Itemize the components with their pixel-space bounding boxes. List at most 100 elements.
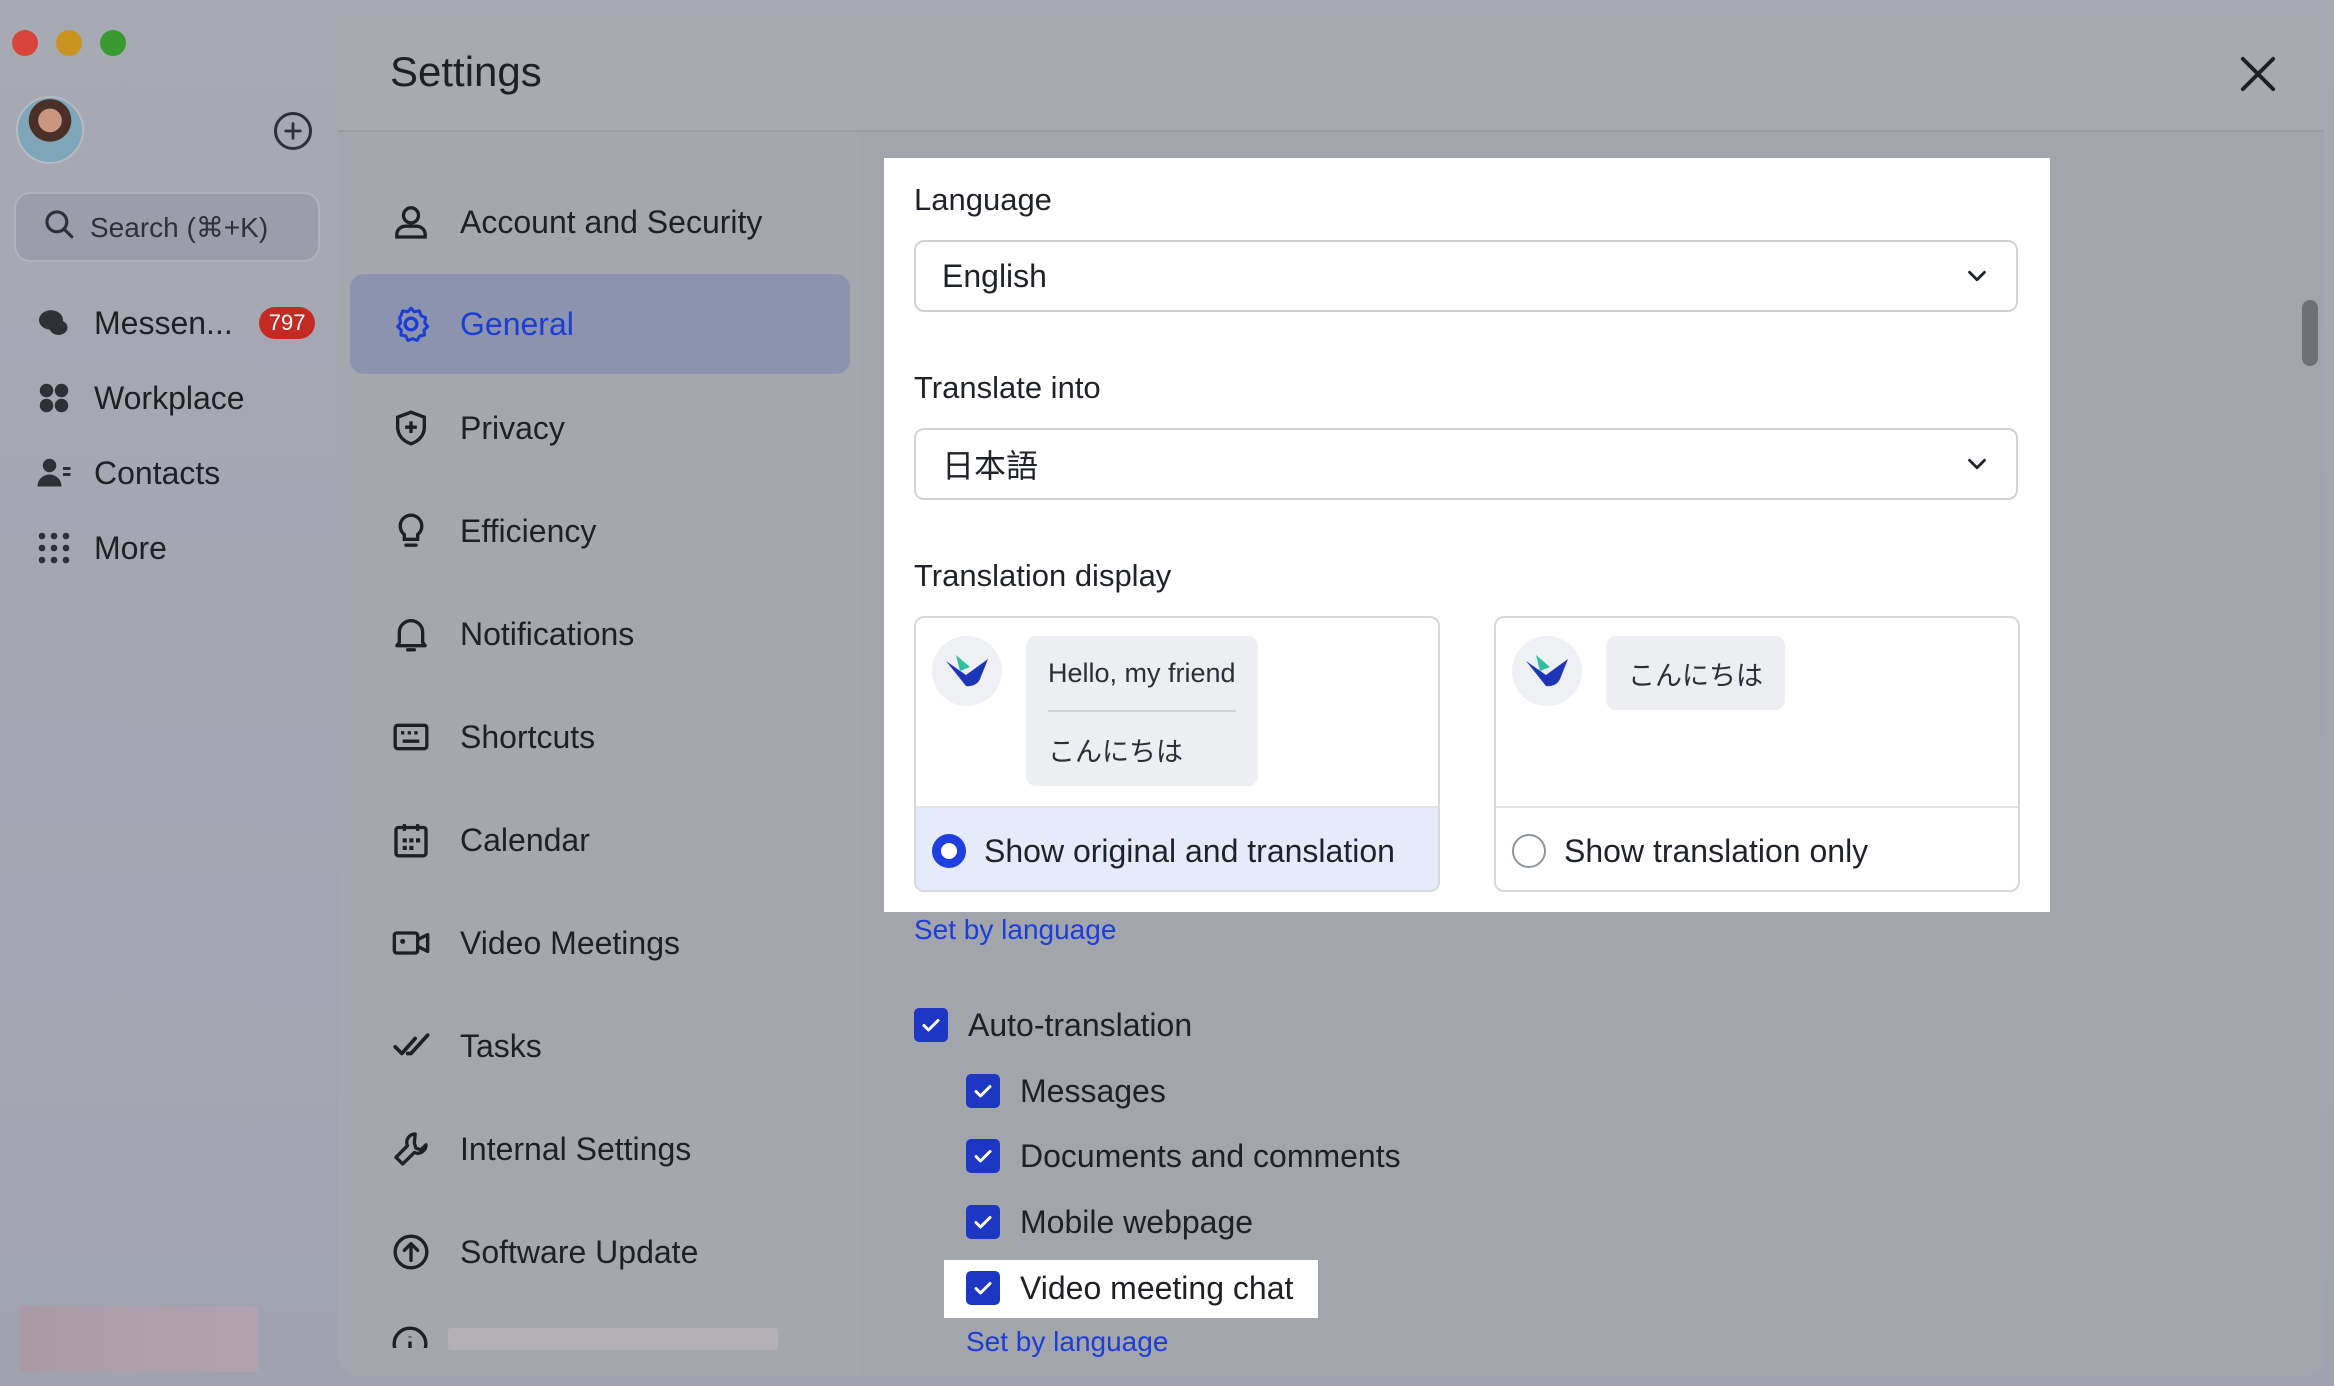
check-icon	[974, 1216, 992, 1229]
sidebar-item-messenger[interactable]: Messen... 797	[34, 298, 316, 348]
calendar-icon	[390, 819, 432, 861]
settings-nav-efficiency[interactable]: Efficiency	[350, 481, 850, 581]
set-by-language-link[interactable]: Set by language	[966, 1326, 1168, 1358]
window-close-dot[interactable]	[12, 30, 38, 56]
keyboard-icon	[390, 716, 432, 758]
close-button[interactable]	[2232, 48, 2284, 100]
checkbox-checked[interactable]	[966, 1074, 1000, 1108]
settings-nav-notifications[interactable]: Notifications	[350, 584, 850, 684]
unread-badge: 797	[258, 307, 316, 339]
message-bubble: Hello, my friend こんにちは	[1026, 636, 1258, 786]
translate-into-select[interactable]: 日本語	[914, 428, 2018, 500]
search-placeholder: Search (⌘+K)	[90, 211, 269, 243]
sidebar-item-label: More	[94, 529, 167, 566]
check-icon	[974, 1150, 992, 1163]
page-title: Settings	[390, 48, 542, 95]
messages-checkbox-row[interactable]: Messages	[966, 1066, 1166, 1116]
settings-nav-shortcuts[interactable]: Shortcuts	[350, 687, 850, 787]
blurred-nav-item	[448, 1328, 778, 1350]
upload-arrow-icon	[390, 1231, 432, 1273]
radio-selected[interactable]	[932, 834, 966, 868]
sidebar-item-contacts[interactable]: Contacts	[34, 448, 220, 498]
bot-avatar	[1512, 636, 1582, 706]
add-plus-icon[interactable]	[274, 112, 312, 150]
sidebar-item-label: Messen...	[94, 304, 233, 341]
language-value: English	[942, 257, 1047, 294]
translation-settings-panel: Language English Translate into 日本語 Tran…	[884, 158, 2050, 912]
check-icon	[974, 1282, 992, 1295]
message-bubble: こんにちは	[1606, 636, 1785, 710]
settings-nav-label: Calendar	[460, 821, 590, 858]
bird-logo-icon	[946, 655, 988, 687]
sidebar-item-label: Workplace	[94, 379, 245, 416]
chat-bubbles-icon	[34, 303, 74, 343]
checkbox-checked[interactable]	[966, 1139, 1000, 1173]
settings-nav-account[interactable]: Account and Security	[350, 172, 850, 272]
checkbox-label: Messages	[1020, 1072, 1166, 1109]
close-icon	[2240, 56, 2276, 92]
info-icon	[390, 1324, 432, 1348]
sidebar-item-workplace[interactable]: Workplace	[34, 373, 245, 423]
option-card-translation-only[interactable]: こんにちは Show translation only	[1494, 616, 2020, 892]
card-preview: こんにちは	[1496, 618, 2018, 806]
settings-nav-label: Account and Security	[460, 203, 763, 240]
window-zoom-dot[interactable]	[100, 30, 126, 56]
chevron-down-icon	[1968, 270, 1986, 282]
scrollbar[interactable]	[2302, 300, 2318, 366]
translated-text: こんにちは	[1048, 736, 1183, 767]
modal-header	[338, 14, 2324, 132]
bell-icon	[390, 613, 432, 655]
language-select[interactable]: English	[914, 240, 2018, 312]
translated-text: こんにちは	[1628, 660, 1763, 691]
settings-nav-video-meetings[interactable]: Video Meetings	[350, 893, 850, 993]
blurred-profile-area	[20, 1306, 258, 1372]
settings-nav: Account and Security General Privacy Eff…	[338, 132, 862, 1376]
shield-icon	[390, 407, 432, 449]
sidebar-item-label: Contacts	[94, 454, 221, 491]
settings-nav-general[interactable]: General	[350, 274, 850, 374]
option-row[interactable]: Show original and translation	[916, 806, 1438, 890]
settings-nav-label: Shortcuts	[460, 718, 596, 755]
checkbox-label: Auto-translation	[968, 1006, 1193, 1043]
mobile-webpage-checkbox-row[interactable]: Mobile webpage	[966, 1197, 1253, 1247]
search-input[interactable]: Search (⌘+K)	[14, 192, 320, 262]
search-icon	[42, 207, 76, 248]
option-label: Show original and translation	[984, 832, 1395, 869]
card-preview: Hello, my friend こんにちは	[916, 618, 1438, 806]
settings-nav-label: Efficiency	[460, 512, 597, 549]
checkbox-checked[interactable]	[966, 1205, 1000, 1239]
video-meeting-chat-checkbox-row[interactable]: Video meeting chat	[966, 1263, 1293, 1313]
window-minimize-dot[interactable]	[56, 30, 82, 56]
contacts-icon	[34, 453, 74, 493]
auto-translation-checkbox-row[interactable]: Auto-translation	[914, 1000, 1192, 1050]
option-label: Show translation only	[1564, 832, 1869, 869]
settings-nav-label: Software Update	[460, 1233, 699, 1270]
check-icon	[974, 1085, 992, 1098]
settings-nav-calendar[interactable]: Calendar	[350, 790, 850, 890]
video-camera-icon	[390, 922, 432, 964]
documents-checkbox-row[interactable]: Documents and comments	[966, 1131, 1401, 1181]
settings-nav-software-update[interactable]: Software Update	[350, 1202, 850, 1302]
settings-nav-label: Video Meetings	[460, 924, 680, 961]
check-icon	[922, 1019, 940, 1032]
language-label: Language	[914, 182, 1052, 217]
bot-avatar	[932, 636, 1002, 706]
checkbox-checked[interactable]	[914, 1008, 948, 1042]
option-row[interactable]: Show translation only	[1496, 806, 2018, 890]
settings-nav-label: Notifications	[460, 615, 635, 652]
settings-nav-label: Internal Settings	[460, 1130, 692, 1167]
grid-icon	[34, 378, 74, 418]
option-card-original-and-translation[interactable]: Hello, my friend こんにちは Show original and…	[914, 616, 1440, 892]
settings-nav-internal-settings[interactable]: Internal Settings	[350, 1099, 850, 1199]
set-by-language-link[interactable]: Set by language	[914, 914, 1116, 946]
radio-unselected[interactable]	[1512, 834, 1546, 868]
person-icon	[390, 201, 432, 243]
settings-nav-label: General	[460, 305, 574, 342]
checkbox-checked[interactable]	[966, 1271, 1000, 1305]
translate-into-label: Translate into	[914, 370, 1101, 405]
avatar[interactable]	[16, 96, 84, 164]
gear-icon	[390, 303, 432, 345]
settings-nav-privacy[interactable]: Privacy	[350, 378, 850, 478]
settings-nav-tasks[interactable]: Tasks	[350, 996, 850, 1096]
sidebar-item-more[interactable]: More	[34, 523, 167, 573]
